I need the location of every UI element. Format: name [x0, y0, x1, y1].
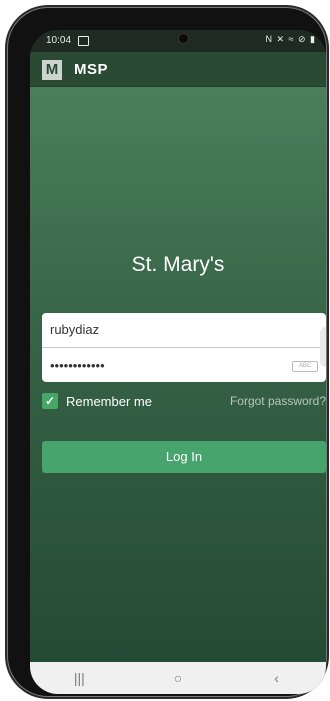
username-field[interactable]: rubydiaz — [42, 313, 326, 348]
status-time: 10:04 — [46, 35, 72, 46]
front-camera — [179, 34, 188, 43]
checkmark-icon[interactable]: ✓ — [42, 393, 58, 409]
edge-panel-handle[interactable] — [320, 327, 326, 367]
login-screen: St. Mary's rubydiaz •••••••••••• ABC ✓ R… — [30, 87, 326, 682]
status-bar: 10:04 N ✕ ≈ ⊘ ▮ — [30, 30, 326, 52]
remember-me-label: Remember me — [66, 393, 152, 409]
app-logo: M — [42, 60, 62, 80]
organization-name: St. Mary's — [131, 253, 225, 276]
password-value: •••••••••••• — [50, 358, 105, 373]
home-icon[interactable]: ○ — [148, 670, 208, 686]
login-button[interactable]: Log In — [42, 441, 326, 473]
app-bar: M MSP — [30, 52, 326, 87]
password-field[interactable]: •••••••••••• ABC — [42, 348, 326, 382]
back-icon[interactable]: ‹ — [247, 670, 307, 686]
keyboard-hint-icon: ABC — [292, 361, 318, 372]
image-notification-icon — [78, 36, 89, 46]
phone-frame: 10:04 N ✕ ≈ ⊘ ▮ M MSP St. Mary's rubydia… — [8, 8, 326, 696]
system-nav-bar: ||| ○ ‹ — [30, 662, 326, 694]
status-icons: N ✕ ≈ ⊘ ▮ — [265, 34, 316, 44]
app-title: MSP — [74, 61, 109, 78]
screen: 10:04 N ✕ ≈ ⊘ ▮ M MSP St. Mary's rubydia… — [30, 30, 326, 694]
remember-me[interactable]: ✓ Remember me — [42, 392, 152, 410]
username-value: rubydiaz — [50, 322, 100, 337]
recent-apps-icon[interactable]: ||| — [49, 670, 109, 686]
forgot-password-link[interactable]: Forgot password? — [230, 394, 326, 408]
